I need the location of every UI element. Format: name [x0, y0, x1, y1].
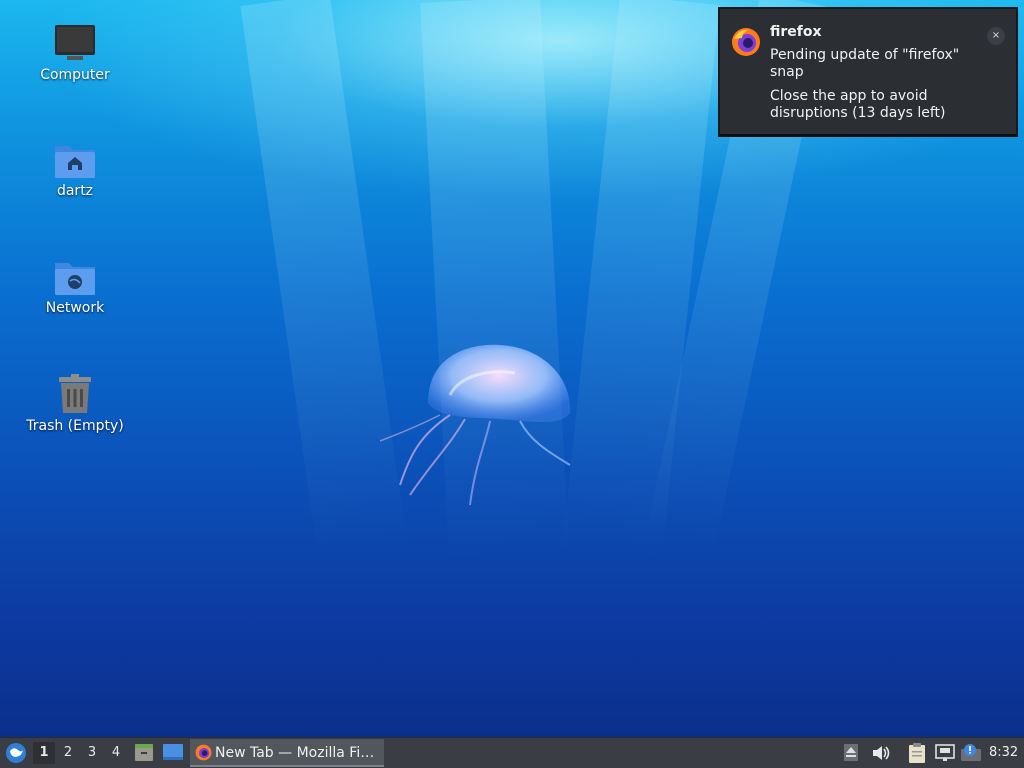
desktop-icon-label: dartz [56, 183, 94, 199]
update-notifier-icon [961, 744, 981, 761]
home-folder-icon [55, 146, 95, 178]
file-manager-launcher[interactable] [132, 738, 156, 768]
notification-body: Close the app to avoid disruptions (13 d… [770, 88, 946, 121]
workspace-4-button[interactable]: 4 [105, 742, 127, 764]
eject-button[interactable] [842, 738, 860, 768]
workspace-1-button[interactable]: 1 [33, 742, 55, 764]
volume-icon [873, 746, 890, 760]
file-manager-icon [135, 744, 153, 761]
desktop-icon-network[interactable]: Network [20, 257, 130, 316]
workspace-3-button[interactable]: 3 [81, 742, 103, 764]
show-desktop-button[interactable] [161, 738, 185, 768]
notification-summary: Pending update of "firefox" snap [770, 47, 960, 80]
desktop-icon-label: Computer [40, 67, 110, 83]
whisker-menu-icon [6, 743, 26, 763]
notification-title: firefox [770, 24, 822, 40]
network-button[interactable] [934, 738, 956, 768]
network-wired-icon [935, 744, 955, 761]
task-button-label: New Tab — Mozilla Fi… [215, 745, 375, 761]
clipboard-button[interactable] [906, 738, 928, 768]
jellyfish-wallpaper-graphic [380, 344, 571, 506]
update-notifier-button[interactable] [960, 738, 982, 768]
desktop-icon-computer[interactable]: Computer [20, 24, 130, 83]
trash-icon [59, 374, 91, 413]
desktop-icon-label: Trash (Empty) [26, 418, 124, 434]
clock[interactable]: 8:32 [989, 745, 1018, 760]
firefox-icon [732, 28, 760, 56]
taskbar: 1 2 3 4 New Tab — Mozilla Fi… 8:32 [0, 737, 1024, 768]
whisker-menu-button[interactable] [4, 738, 28, 768]
volume-button[interactable] [870, 738, 892, 768]
task-button-firefox[interactable]: New Tab — Mozilla Fi… [190, 739, 384, 767]
eject-icon [844, 744, 858, 761]
close-icon[interactable]: × [987, 27, 1005, 45]
computer-icon [55, 25, 95, 60]
network-folder-icon [55, 263, 95, 295]
show-desktop-icon [163, 744, 183, 760]
firefox-icon [195, 744, 212, 761]
desktop-icon-label: Network [45, 300, 105, 316]
workspace-2-button[interactable]: 2 [57, 742, 79, 764]
desktop-icon-trash[interactable]: Trash (Empty) [20, 373, 130, 434]
clipboard-icon [909, 743, 925, 763]
notification-popup[interactable]: firefox Pending update of "firefox" snap… [718, 7, 1018, 137]
desktop-icon-home[interactable]: dartz [20, 140, 130, 199]
